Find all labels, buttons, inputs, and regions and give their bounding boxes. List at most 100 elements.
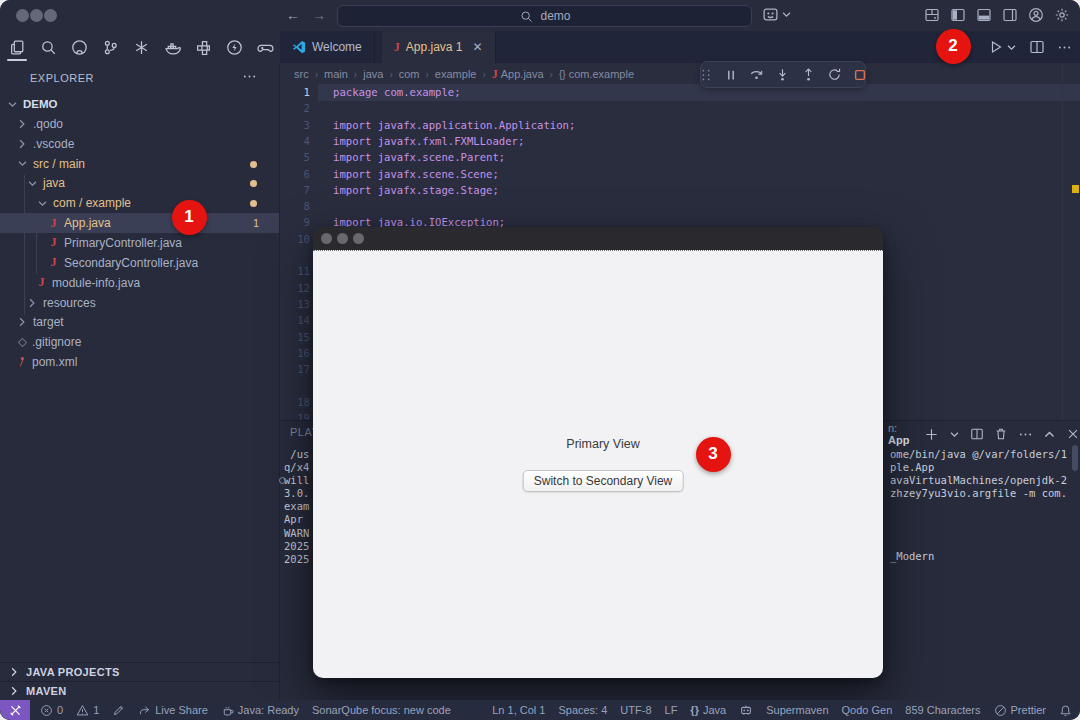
switch-to-secondary-button[interactable]: Switch to Secondary View (523, 470, 684, 492)
app-window-titlebar[interactable] (313, 227, 883, 250)
activity-search-icon[interactable] (37, 32, 59, 62)
toggle-primary-sidebar-icon[interactable] (950, 7, 966, 23)
breadcrumb-item[interactable]: main (324, 68, 348, 80)
app-close-traffic-light[interactable] (321, 233, 332, 244)
status-robot-icon[interactable] (739, 703, 753, 717)
java-file-icon: J (492, 67, 498, 82)
account-icon[interactable] (1028, 7, 1044, 23)
terminal-scrollbar[interactable] (1072, 445, 1078, 471)
breadcrumb-item[interactable]: src (294, 68, 309, 80)
activity-docker-icon[interactable] (161, 32, 183, 62)
chevron-right-icon (16, 138, 28, 150)
tree-item-java[interactable]: java (0, 173, 279, 193)
minimize-traffic-light[interactable] (30, 9, 43, 22)
maximize-traffic-light[interactable] (44, 9, 57, 22)
chevron-up-icon[interactable] (1043, 428, 1056, 441)
app-minimize-traffic-light[interactable] (337, 233, 348, 244)
tree-item-primarycontroller.java[interactable]: JPrimaryController.java (0, 233, 279, 253)
tree-item-demo[interactable]: DEMO (0, 94, 279, 114)
split-terminal-icon[interactable] (970, 427, 984, 441)
activity-gamepad-icon[interactable] (254, 32, 276, 62)
status-bell-icon[interactable] (1059, 704, 1072, 717)
section-maven[interactable]: MAVEN (0, 681, 279, 700)
remote-indicator[interactable] (0, 700, 30, 720)
more-icon[interactable] (242, 69, 257, 84)
split-editor-icon[interactable] (1029, 39, 1045, 55)
tab-app.java[interactable]: JApp.java 1✕ (382, 31, 496, 63)
tree-item-app.java[interactable]: JApp.java1 (0, 213, 279, 233)
tree-item-.vscode[interactable]: .vscode (0, 134, 279, 154)
status-spaces-4[interactable]: Spaces: 4 (558, 704, 607, 716)
app-maximize-traffic-light[interactable] (353, 233, 364, 244)
tree-item-target[interactable]: target (0, 312, 279, 332)
tree-item-pom.xml[interactable]: pom.xml (0, 352, 279, 372)
tree-item-.qodo[interactable]: .qodo (0, 114, 279, 134)
status-live-share[interactable]: Live Share (138, 704, 208, 717)
status-utf-8[interactable]: UTF-8 (620, 704, 651, 716)
command-center-search[interactable]: demo (337, 5, 752, 27)
explorer-more-icon[interactable] (242, 69, 257, 88)
step-into-icon[interactable] (775, 67, 790, 82)
activity-lightning-icon[interactable] (223, 32, 245, 62)
tree-item-comexample[interactable]: com / example (0, 193, 279, 213)
activity-remote-explorer-icon[interactable] (130, 32, 152, 62)
breadcrumb-item[interactable]: {}com.example (559, 68, 634, 80)
status-0[interactable]: 0 (40, 704, 63, 717)
tree-item-secondarycontroller.java[interactable]: JSecondaryController.java (0, 253, 279, 273)
tree-item-module-info.java[interactable]: Jmodule-info.java (0, 273, 279, 293)
tree-item-srcmain[interactable]: src / main (0, 154, 279, 174)
profiles-button[interactable] (762, 6, 792, 23)
more-icon[interactable] (1057, 40, 1072, 55)
status-lf[interactable]: LF (665, 704, 678, 716)
activity-files-icon[interactable] (6, 32, 28, 62)
activity-extensions-icon[interactable] (192, 32, 214, 62)
restart-icon[interactable] (827, 67, 842, 82)
tab-welcome[interactable]: Welcome (280, 31, 375, 63)
profiles-icon[interactable] (762, 6, 779, 23)
status-1[interactable]: 1 (76, 704, 99, 717)
status-java-ready[interactable]: Java: Ready (221, 704, 299, 717)
chevron-down-icon[interactable] (949, 429, 960, 440)
status-qodo-gen[interactable]: Qodo Gen (842, 704, 893, 716)
step-out-icon[interactable] (801, 67, 816, 82)
stop-icon[interactable] (853, 68, 867, 82)
plus-icon[interactable] (924, 427, 939, 442)
status-java[interactable]: {}Java (690, 704, 726, 716)
close-icon[interactable] (1066, 427, 1080, 441)
close-tab-icon[interactable]: ✕ (473, 40, 483, 54)
status-pencil-icon[interactable] (112, 704, 125, 717)
activity-github-icon[interactable] (68, 32, 90, 62)
breadcrumb-separator: › (315, 69, 318, 80)
tree-item-.gitignore[interactable]: .gitignore (0, 332, 279, 352)
status-859-characters[interactable]: 859 Characters (905, 704, 980, 716)
activity-source-control-icon[interactable] (99, 32, 121, 62)
primary-view-label: Primary View (566, 437, 639, 451)
customize-layout-icon[interactable] (924, 7, 940, 23)
status-ln-1-col-1[interactable]: Ln 1, Col 1 (492, 704, 545, 716)
status-supermaven[interactable]: Supermaven (766, 704, 828, 716)
overview-ruler (1062, 63, 1063, 420)
trash-icon[interactable] (994, 427, 1008, 441)
pause-icon[interactable] (724, 68, 738, 82)
line-number: 2 (280, 100, 310, 117)
breadcrumb-item[interactable]: com (399, 68, 420, 80)
run-icon[interactable] (988, 39, 1004, 55)
status-prettier[interactable]: Prettier (994, 704, 1046, 717)
toggle-secondary-sidebar-icon[interactable] (1002, 7, 1018, 23)
step-over-icon[interactable] (749, 67, 764, 82)
more-icon[interactable] (1018, 427, 1033, 442)
breadcrumb-item[interactable]: JApp.java (492, 67, 544, 82)
settings-gear-icon[interactable] (1054, 7, 1070, 23)
run-button[interactable] (988, 39, 1017, 55)
section-java-projects[interactable]: JAVA PROJECTS (0, 662, 279, 681)
chevron-down-icon[interactable] (1006, 42, 1017, 53)
tree-item-resources[interactable]: resources (0, 293, 279, 313)
breadcrumb-item[interactable]: java (363, 68, 383, 80)
toggle-panel-icon[interactable] (976, 7, 992, 23)
back-icon[interactable]: ← (286, 7, 300, 23)
close-traffic-light[interactable] (16, 9, 29, 22)
breadcrumb-item[interactable]: example (435, 68, 477, 80)
status-sonarqube-focus-new-code[interactable]: SonarQube focus: new code (312, 704, 451, 716)
forward-icon[interactable]: → (312, 7, 326, 23)
chevron-down-icon[interactable] (781, 9, 792, 20)
